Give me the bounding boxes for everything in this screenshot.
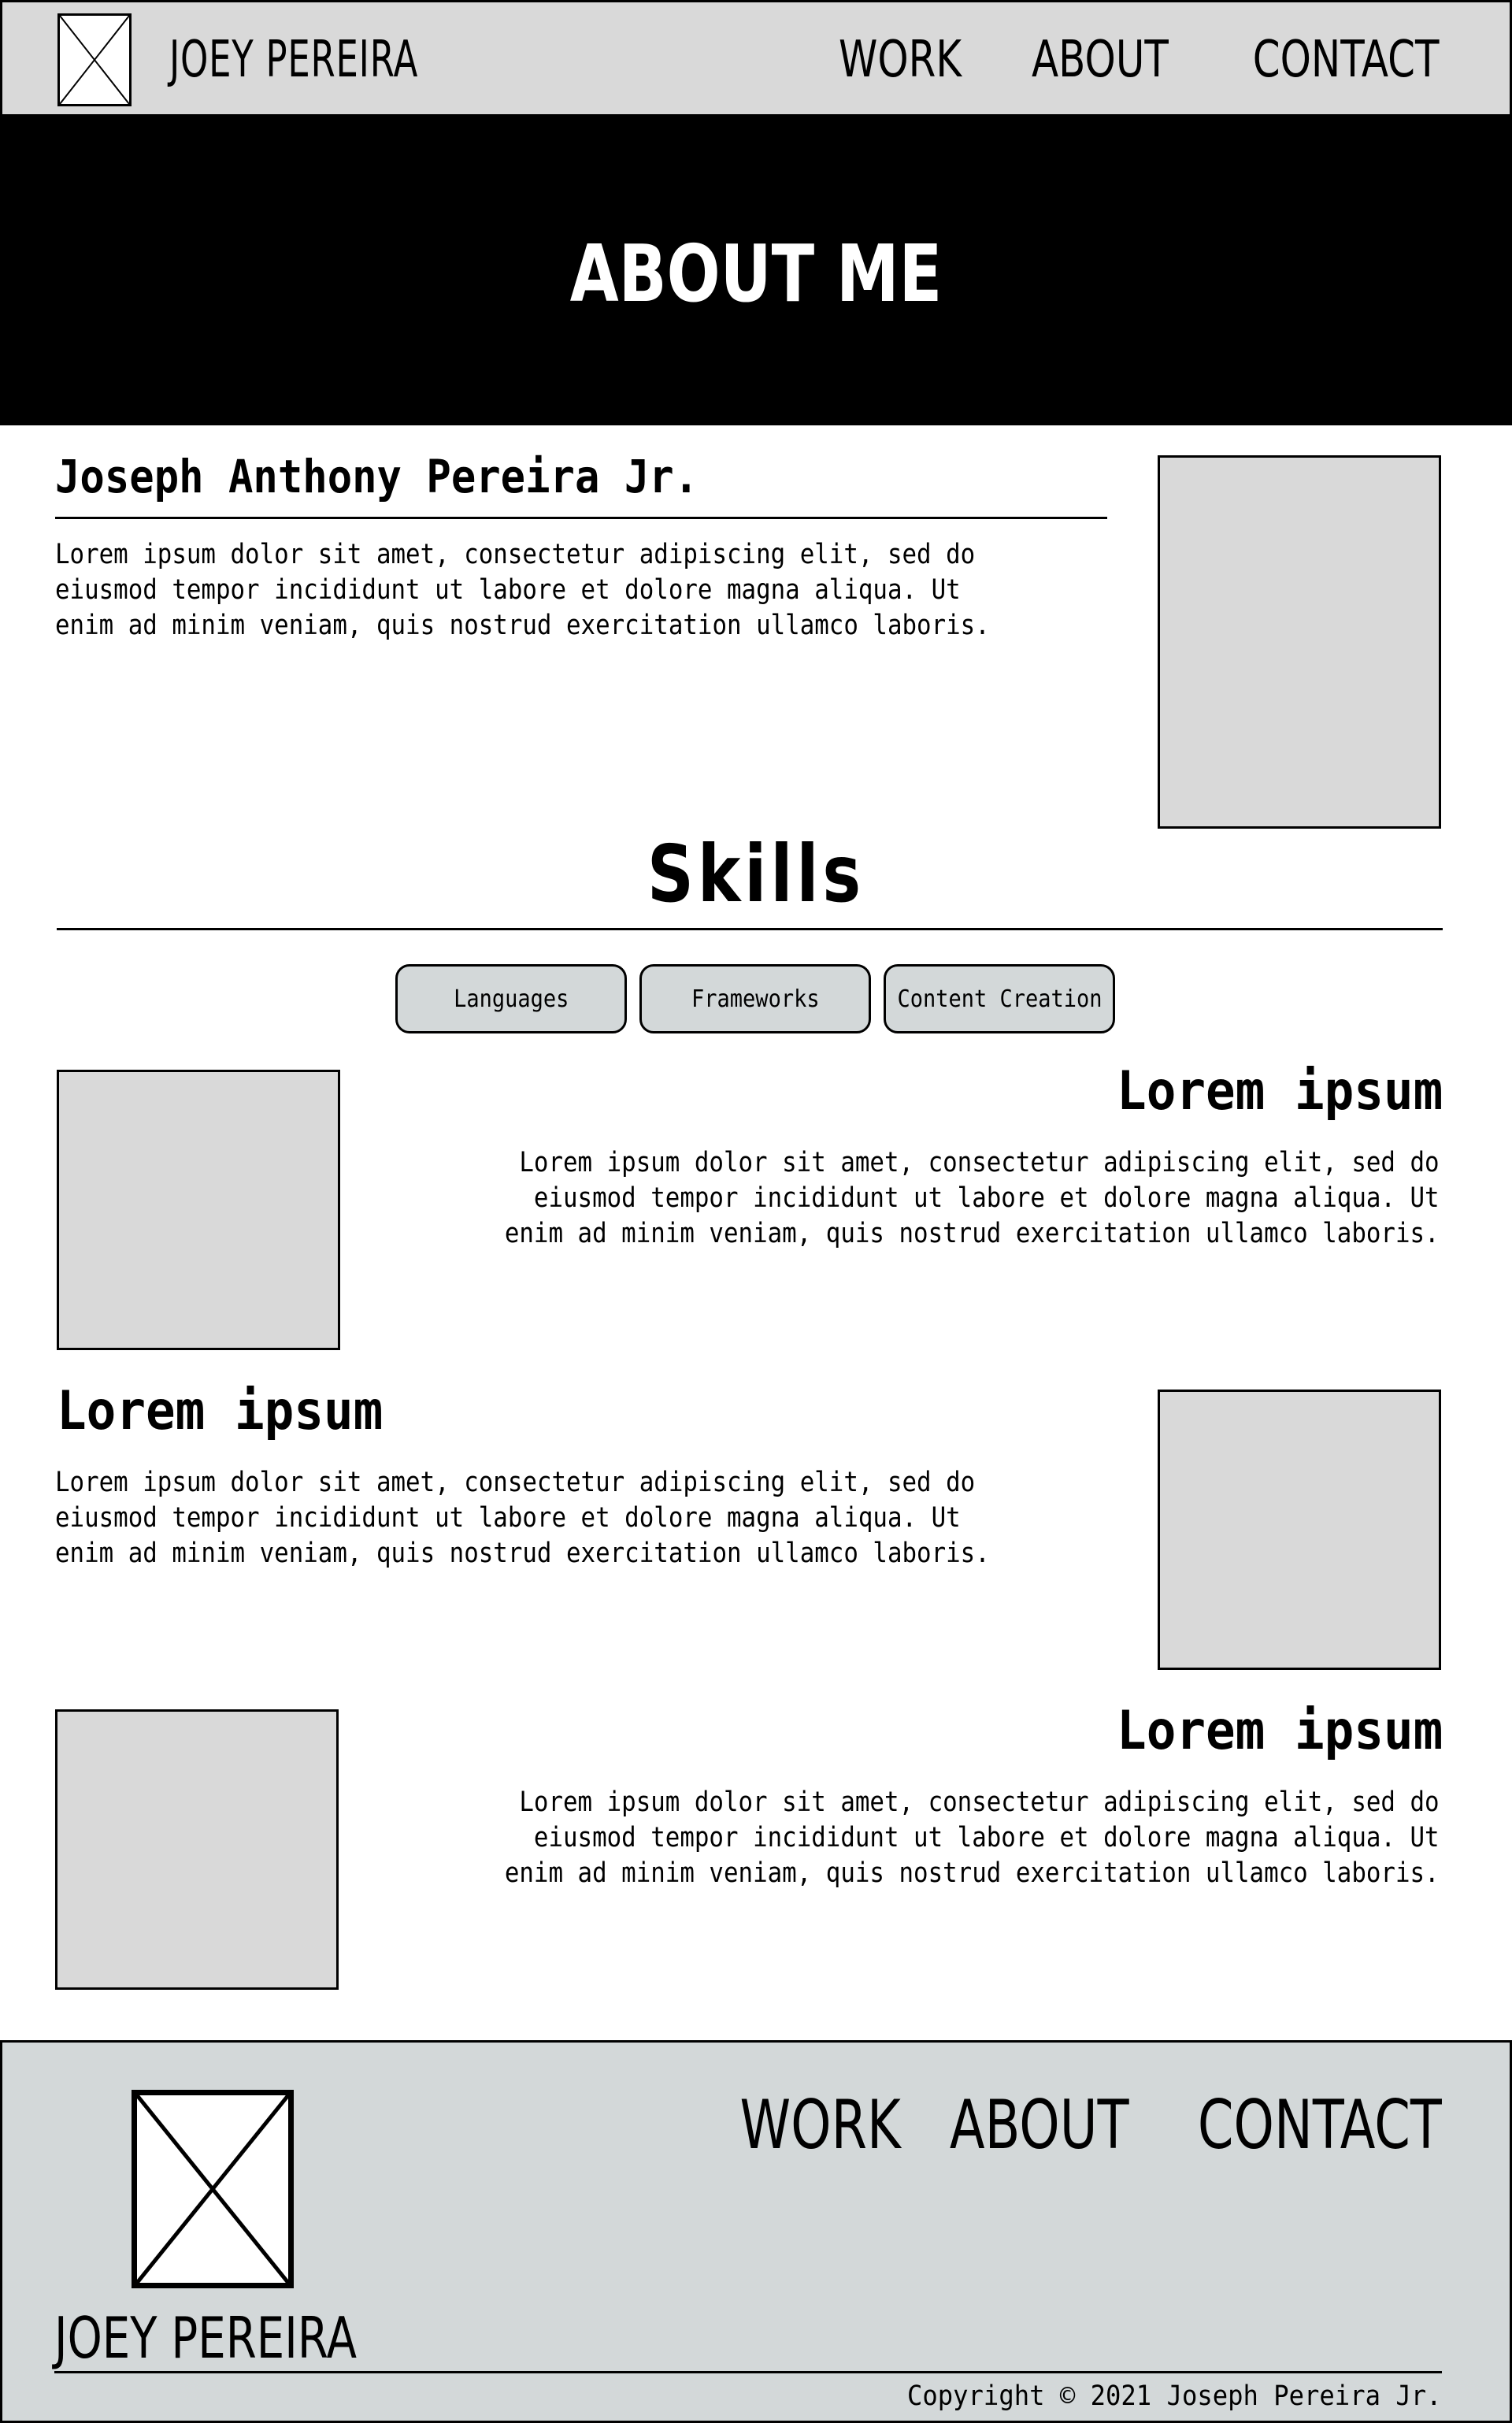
profile-image-placeholder (1158, 455, 1441, 829)
brand-name[interactable]: JOEY PEREIRA (169, 24, 418, 95)
skill-paragraph: Lorem ipsum dolor sit amet, consectetur … (505, 1785, 1440, 1891)
tab-label: Frameworks (691, 985, 820, 1013)
paragraph-line: eiusmod tempor incididunt ut labore et d… (55, 1502, 961, 1534)
paragraph-line: enim ad minim veniam, quis nostrud exerc… (55, 610, 990, 641)
tab-label: Content Creation (896, 985, 1102, 1013)
site-header: JOEY PEREIRA WORK ABOUT CONTACT (0, 0, 1512, 117)
skills-heading: Skills (647, 828, 865, 920)
paragraph-line: eiusmod tempor incididunt ut labore et d… (534, 1182, 1440, 1214)
skills-tabs: Languages Frameworks Content Creation (395, 964, 1115, 1033)
footer-link-about[interactable]: ABOUT (950, 2082, 1129, 2169)
paragraph-line: Lorem ipsum dolor sit amet, consectetur … (519, 1147, 1440, 1178)
paragraph-line: enim ad minim veniam, quis nostrud exerc… (55, 1538, 990, 1569)
logo-placeholder-icon[interactable] (132, 2090, 294, 2288)
paragraph-line: enim ad minim veniam, quis nostrud exerc… (505, 1218, 1440, 1249)
skill-title: Lorem ipsum (57, 1380, 384, 1442)
skill-title: Lorem ipsum (1116, 1700, 1443, 1762)
skill-image-placeholder (1158, 1390, 1441, 1670)
skill-image-placeholder (55, 1709, 339, 1990)
paragraph-line: enim ad minim veniam, quis nostrud exerc… (505, 1857, 1440, 1889)
tab-content-creation[interactable]: Content Creation (884, 964, 1115, 1033)
divider (57, 928, 1443, 930)
logo-placeholder-icon[interactable] (57, 13, 132, 106)
tab-frameworks[interactable]: Frameworks (639, 964, 871, 1033)
footer-nav: WORK ABOUT CONTACT (736, 2082, 1442, 2169)
site-footer: JOEY PEREIRA WORK ABOUT CONTACT Copyrigh… (0, 2040, 1512, 2423)
paragraph-line: eiusmod tempor incididunt ut labore et d… (534, 1822, 1440, 1853)
nav-link-about[interactable]: ABOUT (1032, 24, 1169, 95)
skill-paragraph: Lorem ipsum dolor sit amet, consectetur … (505, 1145, 1440, 1252)
copyright-text: Copyright © 2021 Joseph Pereira Jr. (907, 2380, 1442, 2412)
page-title: ABOUT ME (569, 228, 943, 320)
tab-label: Languages (453, 985, 569, 1013)
footer-link-contact[interactable]: CONTACT (1198, 2082, 1442, 2169)
intro-name: Joseph Anthony Pereira Jr. (55, 450, 699, 503)
divider (55, 517, 1107, 519)
skill-image-placeholder (57, 1070, 340, 1350)
paragraph-line: Lorem ipsum dolor sit amet, consectetur … (55, 539, 976, 570)
intro-paragraph: Lorem ipsum dolor sit amet, consectetur … (55, 537, 990, 644)
paragraph-line: Lorem ipsum dolor sit amet, consectetur … (55, 1467, 976, 1498)
hero-banner: ABOUT ME (0, 117, 1512, 425)
divider (54, 2371, 1442, 2373)
skill-paragraph: Lorem ipsum dolor sit amet, consectetur … (55, 1465, 990, 1571)
tab-languages[interactable]: Languages (395, 964, 627, 1033)
skill-title: Lorem ipsum (1116, 1060, 1443, 1122)
nav-link-work[interactable]: WORK (839, 24, 962, 95)
footer-link-work[interactable]: WORK (739, 2082, 900, 2169)
paragraph-line: eiusmod tempor incididunt ut labore et d… (55, 574, 961, 606)
paragraph-line: Lorem ipsum dolor sit amet, consectetur … (519, 1787, 1440, 1818)
footer-brand-name[interactable]: JOEY PEREIRA (54, 2302, 357, 2373)
nav-link-contact[interactable]: CONTACT (1252, 24, 1439, 95)
header-nav: WORK ABOUT CONTACT (828, 24, 1439, 95)
